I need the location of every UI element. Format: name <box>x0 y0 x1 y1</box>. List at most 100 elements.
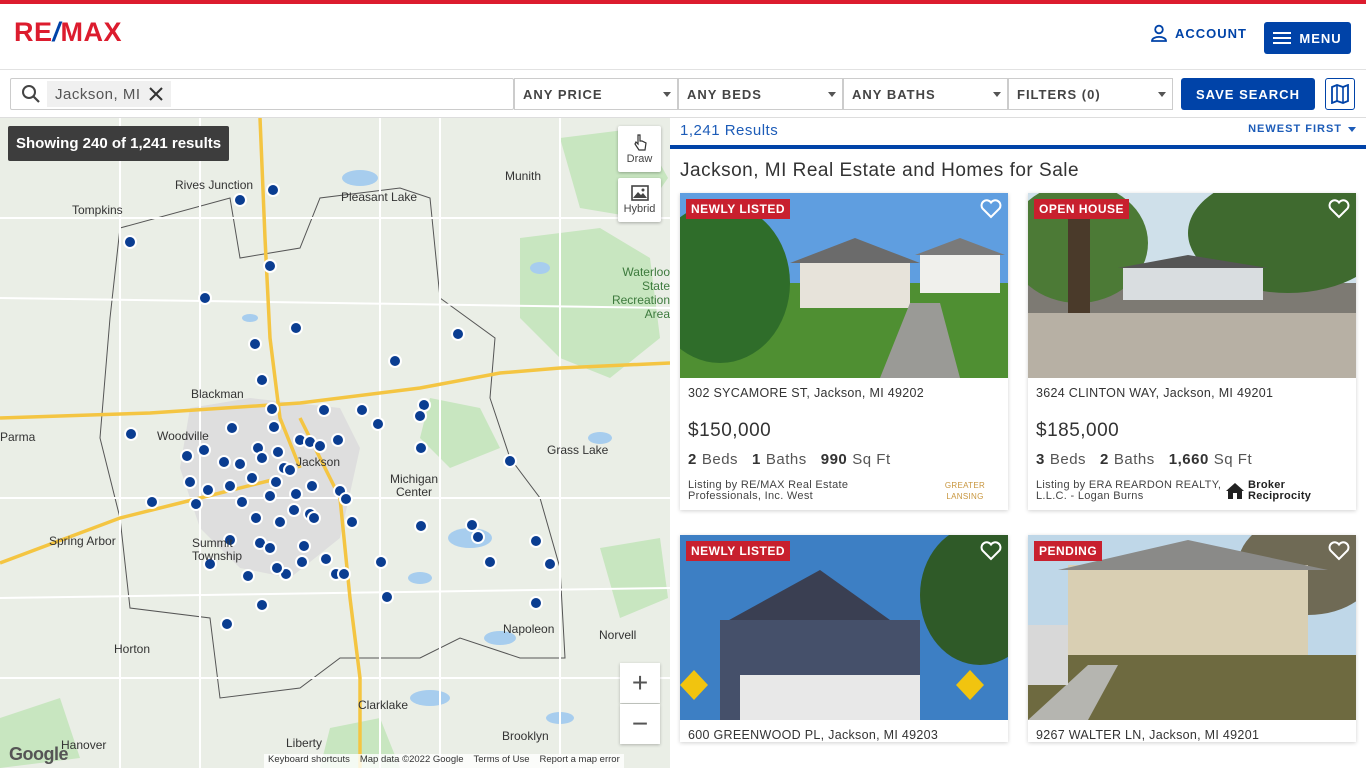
sort-dropdown[interactable]: NEWEST FIRST <box>1248 123 1356 135</box>
listing-photo[interactable]: NEWLY LISTED <box>680 535 1008 720</box>
hybrid-toggle-button[interactable]: Hybrid <box>618 178 661 222</box>
results-showing-badge: Showing 240 of 1,241 results <box>8 126 230 161</box>
site-header: RE/MAX ACCOUNT MENU <box>0 4 1366 70</box>
location-search-input[interactable]: Jackson, MI <box>10 78 514 110</box>
listing-photo[interactable]: OPEN HOUSE <box>1028 193 1356 378</box>
map-icon <box>1331 84 1349 104</box>
beds-value: 2 <box>688 451 697 468</box>
listing-address[interactable]: 3624 CLINTON WAY, Jackson, MI 49201 <box>1036 386 1356 400</box>
baths-label: Baths <box>765 451 807 468</box>
hamburger-icon <box>1273 32 1292 44</box>
chevron-down-icon <box>828 92 836 97</box>
broker-reciprocity-text: Broker Reciprocity <box>1248 479 1312 502</box>
close-icon[interactable] <box>148 87 163 101</box>
broker-reciprocity-logo: Broker Reciprocity <box>1225 480 1348 502</box>
account-link[interactable]: ACCOUNT <box>1150 24 1247 42</box>
listing-address[interactable]: 302 SYCAMORE ST, Jackson, MI 49202 <box>688 386 1008 400</box>
draw-tool-button[interactable]: Draw <box>618 126 661 172</box>
keyboard-shortcuts-link[interactable]: Keyboard shortcuts <box>268 754 350 768</box>
location-chip-text: Jackson, MI <box>55 85 141 103</box>
baths-label: Baths <box>1113 451 1155 468</box>
broker-text: Listing by ERA REARDON REALTY, L.L.C. - … <box>1036 479 1222 502</box>
beds-label: Beds <box>701 451 739 468</box>
listing-card[interactable]: OPEN HOUSE 3624 CLINTON WAY, Jackson, MI… <box>1028 193 1356 510</box>
broker-attribution: Listing by RE/MAX Real Estate Profession… <box>688 480 1000 504</box>
results-count: 1,241 Results <box>680 122 779 139</box>
place-label-spring-arbor: Spring Arbor <box>49 534 116 548</box>
place-label-blackman: Blackman <box>191 387 244 401</box>
zoom-out-button[interactable]: − <box>620 704 660 744</box>
menu-button[interactable]: MENU <box>1264 22 1351 54</box>
listing-photo[interactable]: PENDING <box>1028 535 1356 720</box>
listing-price: $150,000 <box>688 420 772 441</box>
results-panel: 1,241 Results NEWEST FIRST Jackson, MI R… <box>670 118 1366 768</box>
sort-label: NEWEST FIRST <box>1248 123 1342 135</box>
sqft-value: 990 <box>820 451 848 468</box>
baths-value: 1 <box>752 451 761 468</box>
heart-icon[interactable] <box>980 541 1002 561</box>
search-toolbar: Jackson, MI ANY PRICE ANY BEDS ANY BATHS… <box>0 71 1366 118</box>
place-label-waterloo: Waterloo State Recreation Area <box>611 265 670 321</box>
place-label-pleasant-lake: Pleasant Lake <box>341 190 418 204</box>
status-badge: NEWLY LISTED <box>686 199 791 219</box>
report-map-error-link[interactable]: Report a map error <box>539 754 619 768</box>
place-label-michigan-center: Michigan Center <box>389 472 439 499</box>
listing-price: $185,000 <box>1036 420 1120 441</box>
baths-dropdown[interactable]: ANY BATHS <box>843 78 1008 110</box>
beds-spec: 2 Beds <box>688 451 738 468</box>
user-icon <box>1151 24 1167 42</box>
map-panel[interactable]: Rives Junction Tompkins Pleasant Lake Mu… <box>0 118 670 768</box>
heart-icon[interactable] <box>980 199 1002 219</box>
baths-spec: 2 Baths <box>1100 451 1155 468</box>
house-icon <box>1226 483 1244 499</box>
listing-address[interactable]: 600 GREENWOOD PL, Jackson, MI 49203 <box>688 728 1008 742</box>
listing-specs: 2 Beds 1 Baths 990 Sq Ft <box>688 451 1008 468</box>
place-label-parma: Parma <box>0 430 36 444</box>
filters-dropdown-label: FILTERS (0) <box>1017 86 1101 102</box>
broker-attribution: Listing by ERA REARDON REALTY, L.L.C. - … <box>1036 480 1348 504</box>
logo-text-re: RE <box>14 17 53 47</box>
place-label-grass-lake: Grass Lake <box>547 443 609 457</box>
chevron-down-icon <box>993 92 1001 97</box>
beds-dropdown-label: ANY BEDS <box>687 86 762 102</box>
page-title: Jackson, MI Real Estate and Homes for Sa… <box>680 160 1080 181</box>
listing-photo[interactable]: NEWLY LISTED <box>680 193 1008 378</box>
listing-card[interactable]: NEWLY LISTED 600 GREENWOOD PL, Jackson, … <box>680 535 1008 742</box>
google-logo: Google <box>9 744 69 764</box>
house-photo-image <box>680 535 1008 720</box>
status-badge: NEWLY LISTED <box>686 541 791 561</box>
remax-logo[interactable]: RE/MAX <box>14 17 122 47</box>
listing-card[interactable]: NEWLY LISTED 302 SYCAMORE ST, Jackson, M… <box>680 193 1008 510</box>
listing-card[interactable]: PENDING 9267 WALTER LN, Jackson, MI 4920… <box>1028 535 1356 742</box>
map-data-text: Map data ©2022 Google <box>359 754 464 765</box>
place-label-horton: Horton <box>114 642 151 656</box>
place-label-summit-township: Summit Township <box>192 536 243 563</box>
price-dropdown-label: ANY PRICE <box>523 86 603 102</box>
place-label-brooklyn: Brooklyn <box>502 729 549 743</box>
greater-lansing-logo: GREATER LANSING <box>944 481 986 501</box>
zoom-in-button[interactable]: + <box>620 663 660 703</box>
save-search-button[interactable]: SAVE SEARCH <box>1181 78 1315 110</box>
baths-spec: 1 Baths <box>752 451 807 468</box>
chevron-down-icon <box>1158 92 1166 97</box>
price-dropdown[interactable]: ANY PRICE <box>514 78 678 110</box>
sqft-spec: 1,660 Sq Ft <box>1169 451 1252 468</box>
terms-of-use-link[interactable]: Terms of Use <box>474 754 530 768</box>
beds-dropdown[interactable]: ANY BEDS <box>678 78 843 110</box>
map-view-toggle[interactable] <box>1325 78 1355 110</box>
heart-icon[interactable] <box>1328 541 1350 561</box>
chevron-down-icon <box>1348 126 1356 132</box>
place-label-jackson: Jackson <box>296 455 341 469</box>
listing-address[interactable]: 9267 WALTER LN, Jackson, MI 49201 <box>1036 728 1356 742</box>
place-label-liberty: Liberty <box>286 736 323 750</box>
listing-specs: 3 Beds 2 Baths 1,660 Sq Ft <box>1036 451 1356 468</box>
heart-icon[interactable] <box>1328 199 1350 219</box>
broker-text: Listing by RE/MAX Real Estate Profession… <box>688 479 849 502</box>
place-label-woodville: Woodville <box>157 429 209 443</box>
filters-dropdown[interactable]: FILTERS (0) <box>1008 78 1173 110</box>
logo-slash: / <box>52 17 61 47</box>
image-icon <box>630 185 649 201</box>
place-label-rives-junction: Rives Junction <box>175 178 254 192</box>
pointer-hand-icon <box>633 134 647 151</box>
place-label-tompkins: Tompkins <box>72 203 123 217</box>
